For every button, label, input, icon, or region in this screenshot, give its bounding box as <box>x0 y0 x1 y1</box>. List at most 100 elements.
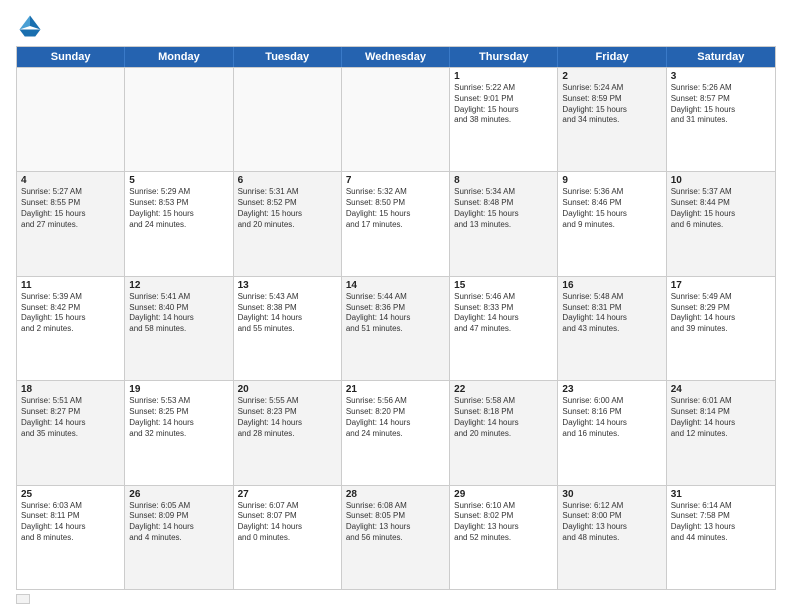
calendar-cell: 23Sunrise: 6:00 AM Sunset: 8:16 PM Dayli… <box>558 381 666 484</box>
day-number: 20 <box>238 384 337 395</box>
cell-text: Sunrise: 5:49 AM Sunset: 8:29 PM Dayligh… <box>671 292 771 335</box>
calendar-header: SundayMondayTuesdayWednesdayThursdayFrid… <box>17 47 775 67</box>
calendar-cell <box>17 68 125 171</box>
calendar-cell: 24Sunrise: 6:01 AM Sunset: 8:14 PM Dayli… <box>667 381 775 484</box>
calendar-cell: 9Sunrise: 5:36 AM Sunset: 8:46 PM Daylig… <box>558 172 666 275</box>
day-number: 15 <box>454 280 553 291</box>
cell-text: Sunrise: 5:44 AM Sunset: 8:36 PM Dayligh… <box>346 292 445 335</box>
calendar-cell: 7Sunrise: 5:32 AM Sunset: 8:50 PM Daylig… <box>342 172 450 275</box>
calendar-cell: 6Sunrise: 5:31 AM Sunset: 8:52 PM Daylig… <box>234 172 342 275</box>
calendar: SundayMondayTuesdayWednesdayThursdayFrid… <box>16 46 776 590</box>
header <box>16 12 776 40</box>
calendar-cell: 28Sunrise: 6:08 AM Sunset: 8:05 PM Dayli… <box>342 486 450 589</box>
cell-text: Sunrise: 5:27 AM Sunset: 8:55 PM Dayligh… <box>21 187 120 230</box>
calendar-row: 18Sunrise: 5:51 AM Sunset: 8:27 PM Dayli… <box>17 380 775 484</box>
calendar-cell: 18Sunrise: 5:51 AM Sunset: 8:27 PM Dayli… <box>17 381 125 484</box>
day-number: 26 <box>129 489 228 500</box>
day-number: 4 <box>21 175 120 186</box>
calendar-cell: 31Sunrise: 6:14 AM Sunset: 7:58 PM Dayli… <box>667 486 775 589</box>
calendar-cell <box>342 68 450 171</box>
cell-text: Sunrise: 6:08 AM Sunset: 8:05 PM Dayligh… <box>346 501 445 544</box>
calendar-cell: 14Sunrise: 5:44 AM Sunset: 8:36 PM Dayli… <box>342 277 450 380</box>
day-number: 29 <box>454 489 553 500</box>
legend <box>16 594 776 604</box>
calendar-cell: 30Sunrise: 6:12 AM Sunset: 8:00 PM Dayli… <box>558 486 666 589</box>
day-number: 28 <box>346 489 445 500</box>
cell-text: Sunrise: 5:22 AM Sunset: 9:01 PM Dayligh… <box>454 83 553 126</box>
day-number: 12 <box>129 280 228 291</box>
cell-text: Sunrise: 5:34 AM Sunset: 8:48 PM Dayligh… <box>454 187 553 230</box>
cell-text: Sunrise: 5:41 AM Sunset: 8:40 PM Dayligh… <box>129 292 228 335</box>
day-number: 19 <box>129 384 228 395</box>
calendar-header-cell: Sunday <box>17 47 125 67</box>
cell-text: Sunrise: 5:46 AM Sunset: 8:33 PM Dayligh… <box>454 292 553 335</box>
calendar-header-cell: Monday <box>125 47 233 67</box>
cell-text: Sunrise: 5:43 AM Sunset: 8:38 PM Dayligh… <box>238 292 337 335</box>
calendar-header-cell: Thursday <box>450 47 558 67</box>
cell-text: Sunrise: 5:56 AM Sunset: 8:20 PM Dayligh… <box>346 396 445 439</box>
cell-text: Sunrise: 5:36 AM Sunset: 8:46 PM Dayligh… <box>562 187 661 230</box>
cell-text: Sunrise: 5:58 AM Sunset: 8:18 PM Dayligh… <box>454 396 553 439</box>
day-number: 18 <box>21 384 120 395</box>
calendar-cell: 17Sunrise: 5:49 AM Sunset: 8:29 PM Dayli… <box>667 277 775 380</box>
calendar-header-cell: Saturday <box>667 47 775 67</box>
cell-text: Sunrise: 5:26 AM Sunset: 8:57 PM Dayligh… <box>671 83 771 126</box>
calendar-cell: 12Sunrise: 5:41 AM Sunset: 8:40 PM Dayli… <box>125 277 233 380</box>
calendar-cell: 22Sunrise: 5:58 AM Sunset: 8:18 PM Dayli… <box>450 381 558 484</box>
calendar-header-cell: Wednesday <box>342 47 450 67</box>
cell-text: Sunrise: 6:00 AM Sunset: 8:16 PM Dayligh… <box>562 396 661 439</box>
calendar-cell: 19Sunrise: 5:53 AM Sunset: 8:25 PM Dayli… <box>125 381 233 484</box>
cell-text: Sunrise: 6:03 AM Sunset: 8:11 PM Dayligh… <box>21 501 120 544</box>
day-number: 8 <box>454 175 553 186</box>
day-number: 10 <box>671 175 771 186</box>
calendar-cell: 1Sunrise: 5:22 AM Sunset: 9:01 PM Daylig… <box>450 68 558 171</box>
cell-text: Sunrise: 6:12 AM Sunset: 8:00 PM Dayligh… <box>562 501 661 544</box>
logo <box>16 12 46 40</box>
day-number: 11 <box>21 280 120 291</box>
cell-text: Sunrise: 5:24 AM Sunset: 8:59 PM Dayligh… <box>562 83 661 126</box>
calendar-row: 25Sunrise: 6:03 AM Sunset: 8:11 PM Dayli… <box>17 485 775 589</box>
cell-text: Sunrise: 6:05 AM Sunset: 8:09 PM Dayligh… <box>129 501 228 544</box>
calendar-header-cell: Tuesday <box>234 47 342 67</box>
calendar-row: 4Sunrise: 5:27 AM Sunset: 8:55 PM Daylig… <box>17 171 775 275</box>
cell-text: Sunrise: 6:14 AM Sunset: 7:58 PM Dayligh… <box>671 501 771 544</box>
calendar-cell: 15Sunrise: 5:46 AM Sunset: 8:33 PM Dayli… <box>450 277 558 380</box>
cell-text: Sunrise: 5:51 AM Sunset: 8:27 PM Dayligh… <box>21 396 120 439</box>
page: SundayMondayTuesdayWednesdayThursdayFrid… <box>0 0 792 612</box>
day-number: 25 <box>21 489 120 500</box>
calendar-cell <box>234 68 342 171</box>
logo-icon <box>16 12 44 40</box>
day-number: 27 <box>238 489 337 500</box>
calendar-cell: 21Sunrise: 5:56 AM Sunset: 8:20 PM Dayli… <box>342 381 450 484</box>
calendar-row: 11Sunrise: 5:39 AM Sunset: 8:42 PM Dayli… <box>17 276 775 380</box>
calendar-cell: 10Sunrise: 5:37 AM Sunset: 8:44 PM Dayli… <box>667 172 775 275</box>
day-number: 22 <box>454 384 553 395</box>
calendar-body: 1Sunrise: 5:22 AM Sunset: 9:01 PM Daylig… <box>17 67 775 589</box>
day-number: 31 <box>671 489 771 500</box>
calendar-cell: 27Sunrise: 6:07 AM Sunset: 8:07 PM Dayli… <box>234 486 342 589</box>
day-number: 5 <box>129 175 228 186</box>
day-number: 17 <box>671 280 771 291</box>
cell-text: Sunrise: 5:55 AM Sunset: 8:23 PM Dayligh… <box>238 396 337 439</box>
cell-text: Sunrise: 6:01 AM Sunset: 8:14 PM Dayligh… <box>671 396 771 439</box>
cell-text: Sunrise: 5:31 AM Sunset: 8:52 PM Dayligh… <box>238 187 337 230</box>
calendar-row: 1Sunrise: 5:22 AM Sunset: 9:01 PM Daylig… <box>17 67 775 171</box>
legend-box <box>16 594 30 604</box>
day-number: 21 <box>346 384 445 395</box>
cell-text: Sunrise: 5:32 AM Sunset: 8:50 PM Dayligh… <box>346 187 445 230</box>
day-number: 9 <box>562 175 661 186</box>
day-number: 7 <box>346 175 445 186</box>
day-number: 2 <box>562 71 661 82</box>
cell-text: Sunrise: 5:48 AM Sunset: 8:31 PM Dayligh… <box>562 292 661 335</box>
calendar-cell: 5Sunrise: 5:29 AM Sunset: 8:53 PM Daylig… <box>125 172 233 275</box>
day-number: 13 <box>238 280 337 291</box>
calendar-cell: 4Sunrise: 5:27 AM Sunset: 8:55 PM Daylig… <box>17 172 125 275</box>
day-number: 16 <box>562 280 661 291</box>
cell-text: Sunrise: 5:29 AM Sunset: 8:53 PM Dayligh… <box>129 187 228 230</box>
calendar-cell: 29Sunrise: 6:10 AM Sunset: 8:02 PM Dayli… <box>450 486 558 589</box>
cell-text: Sunrise: 6:07 AM Sunset: 8:07 PM Dayligh… <box>238 501 337 544</box>
cell-text: Sunrise: 5:53 AM Sunset: 8:25 PM Dayligh… <box>129 396 228 439</box>
calendar-header-cell: Friday <box>558 47 666 67</box>
cell-text: Sunrise: 6:10 AM Sunset: 8:02 PM Dayligh… <box>454 501 553 544</box>
day-number: 6 <box>238 175 337 186</box>
